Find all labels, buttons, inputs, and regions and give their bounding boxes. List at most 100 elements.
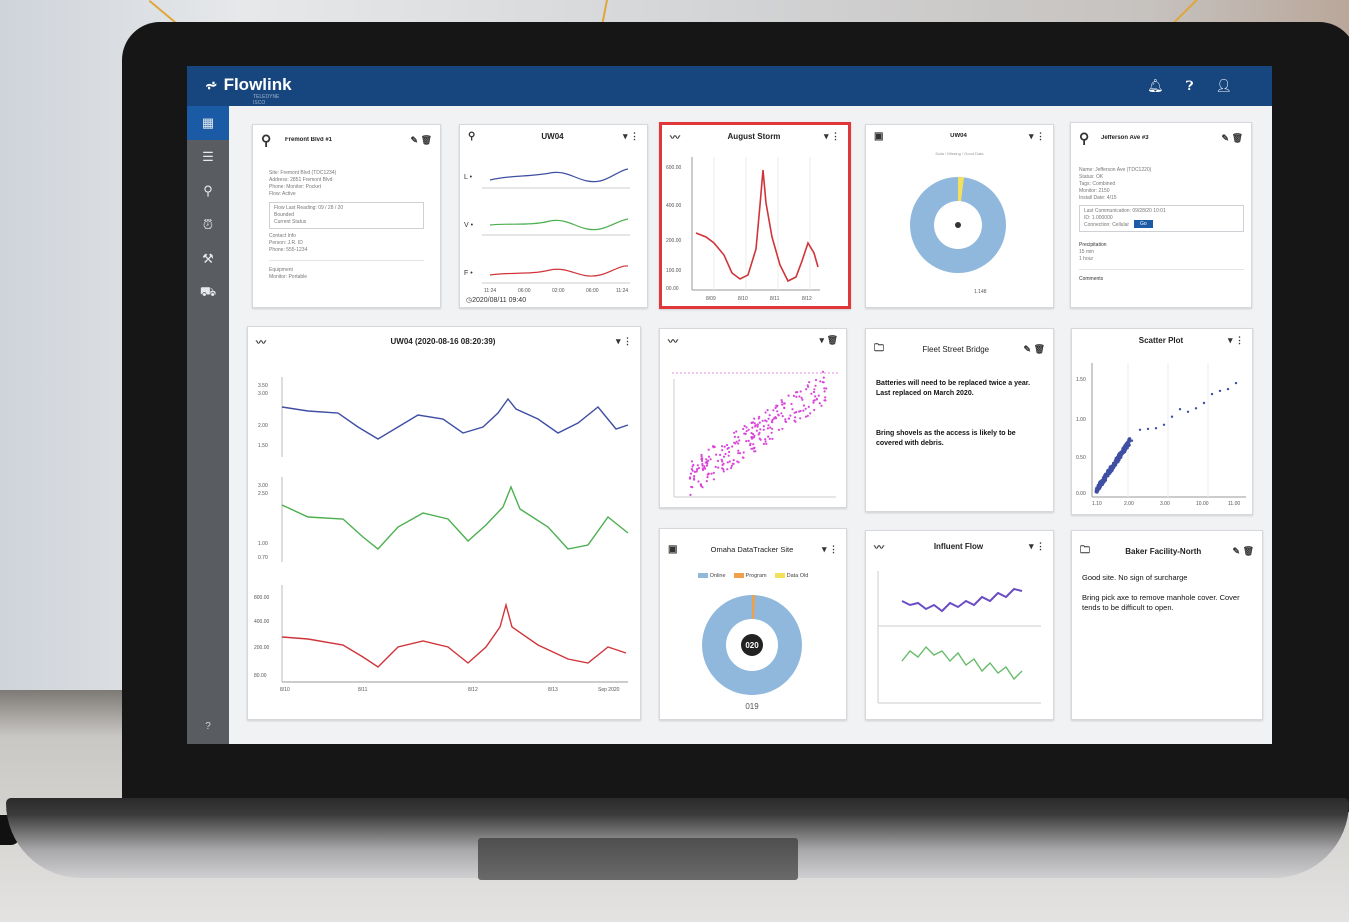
- row-label: V •: [464, 222, 474, 229]
- pie-card-omaha[interactable]: ▣ Omaha DataTracker Site ▾ ⋮ Online Prog…: [659, 528, 847, 720]
- site-card-jefferson[interactable]: ⚲ Jefferson Ave #3 ✎ 🗑︎ Name: Jefferson …: [1070, 122, 1252, 308]
- detail-line: Tags: Combined: [1079, 181, 1116, 187]
- bell-icon[interactable]: 🔔︎: [1147, 78, 1164, 94]
- detail-line: Equipment: [269, 267, 293, 273]
- scatter-card[interactable]: Scatter Plot ▾ ⋮ 1.50 1.00 0.50 0.00 1.1…: [1071, 328, 1253, 515]
- scatter-point: [754, 450, 757, 453]
- note-card-baker-facility[interactable]: 🗀︎ Baker Facility-North ✎ 🗑︎ Good site. …: [1071, 530, 1263, 720]
- scatter-point: [697, 466, 701, 470]
- status-line: Bounded: [274, 212, 295, 218]
- sidebar-item-dashboard[interactable]: ▦: [187, 106, 229, 140]
- y-tick: 400.00: [254, 619, 270, 625]
- scatter-point: [709, 458, 712, 461]
- edit-icon[interactable]: ✎: [1024, 344, 1032, 354]
- uw04-detail-chart: 3.50 3.00 2.00 1.50 3.00 2.50 1.00 0.70 …: [254, 377, 629, 693]
- scatter-point: [780, 399, 783, 402]
- scatter-point: [730, 466, 733, 470]
- scatter-card-pink[interactable]: 〰 ▾ 🗑︎: [659, 328, 847, 508]
- chart-card-august-storm[interactable]: 〰 August Storm ▾ ⋮ 600.00 400.00 200.00 …: [659, 122, 851, 309]
- edit-icon[interactable]: ✎: [1233, 546, 1241, 556]
- detail-line: Install Date: 4/15: [1079, 195, 1117, 201]
- scatter-point: [777, 428, 780, 431]
- edit-icon[interactable]: ✎: [1222, 133, 1230, 143]
- scatter-point: [1130, 439, 1134, 442]
- y-tick: 2.50: [258, 491, 268, 497]
- delete-icon[interactable]: 🗑︎: [1034, 344, 1045, 354]
- card-title: Jefferson Ave #3: [1101, 135, 1149, 141]
- scatter-point: [817, 394, 820, 397]
- y-tick: 800.00: [254, 595, 270, 601]
- detail-line: Address: 2851 Fremont Blvd: [269, 177, 333, 183]
- location-pin-icon: ⚲: [1079, 129, 1090, 146]
- x-tick: 8/13: [548, 687, 558, 693]
- x-tick: 02:00: [552, 288, 565, 294]
- scatter-point: [769, 426, 772, 429]
- help-icon[interactable]: ❓︎: [1186, 78, 1194, 94]
- scatter-point: [697, 480, 700, 483]
- donut-center-dot: [955, 222, 961, 228]
- scatter-point: [745, 440, 748, 443]
- scatter-point: [799, 390, 802, 393]
- app-logo[interactable]: ⩫ Flowlink TELEDYNE ISCO: [205, 75, 292, 106]
- scatter-point: [1125, 445, 1129, 450]
- scatter-point: [719, 453, 722, 456]
- x-tick: 3.00: [1160, 501, 1170, 507]
- scatter-point: [814, 395, 817, 398]
- sidebar-item-tools[interactable]: ⚒: [187, 242, 229, 276]
- scatter-point: [772, 409, 775, 412]
- sidebar-item-alarms[interactable]: ⏰︎: [187, 208, 229, 242]
- scatter-point: [759, 428, 762, 431]
- scatter-point: [712, 445, 715, 448]
- scatter-point: [765, 442, 768, 445]
- scatter-chart: 1.50 1.00 0.50 0.00 1.10 2.00 3.00 10.00…: [1076, 363, 1246, 507]
- sidebar-item-vehicle[interactable]: ⛟: [187, 276, 229, 310]
- influent-chart: [877, 571, 1041, 704]
- scatter-point: [710, 472, 713, 475]
- y-tick: 0.70: [258, 555, 268, 561]
- scatter-point: [810, 392, 813, 395]
- delete-icon[interactable]: 🗑︎: [1232, 133, 1243, 143]
- top-icons: 🔔︎ ❓︎ 👤︎: [1147, 78, 1232, 94]
- scatter-point: [776, 410, 779, 413]
- ring-label: 1.148: [974, 289, 987, 295]
- edit-icon[interactable]: ✎: [411, 135, 419, 145]
- scatter-point: [1098, 481, 1102, 485]
- scatter-point: [693, 477, 696, 480]
- scatter-point: [737, 436, 740, 439]
- top-bar: ⩫ Flowlink TELEDYNE ISCO 🔔︎ ❓︎ 👤︎: [187, 66, 1272, 106]
- pie-card-uw04[interactable]: ▣ UW04 ▾ ⋮ Data / Missing / Good Data 1.…: [865, 124, 1054, 308]
- sidebar-help[interactable]: ?: [187, 721, 229, 732]
- go-button[interactable]: Go: [1134, 220, 1153, 228]
- scatter-point: [822, 376, 825, 379]
- trackpad: [478, 838, 798, 880]
- scatter-point: [814, 384, 817, 387]
- site-card-fremont[interactable]: ⚲ Fremont Blvd #1 ✎ 🗑︎ Site: Fremont Blv…: [252, 124, 441, 308]
- delete-icon[interactable]: 🗑︎: [421, 135, 432, 145]
- scatter-point: [1170, 415, 1174, 418]
- scatter-point: [819, 380, 822, 383]
- y-tick: 200.00: [254, 645, 270, 651]
- detail-line: Flow: Active: [269, 191, 296, 197]
- section-heading: Comments: [1079, 276, 1104, 282]
- delete-icon[interactable]: 🗑︎: [1243, 546, 1254, 556]
- sidebar-item-list[interactable]: ☰: [187, 140, 229, 174]
- sidebar-item-map[interactable]: ⚲: [187, 174, 229, 208]
- scatter-point: [689, 493, 692, 496]
- scatter-point: [771, 437, 774, 440]
- user-icon[interactable]: 👤︎: [1215, 78, 1232, 94]
- scatter-point: [770, 431, 773, 434]
- status-box: Flow Last Reading: 09 / 28 / 20 Bounded …: [269, 202, 424, 229]
- chart-card-uw04[interactable]: ⚲ UW04 ▾ ⋮ L • V • F • 11:24 06:00 02:00…: [459, 124, 648, 308]
- scatter-point: [743, 432, 746, 435]
- note-paragraph: Bring pick axe to remove manhole cover. …: [1082, 593, 1240, 612]
- scatter-point: [1118, 455, 1123, 459]
- alarm-icon: ⏰︎: [202, 217, 214, 232]
- card-header: 🗀︎ Fleet Street Bridge ✎ 🗑︎: [866, 329, 1053, 369]
- chart-card-influent-flow[interactable]: 〰 Influent Flow ▾ ⋮: [865, 530, 1054, 720]
- scatter-point: [747, 439, 750, 442]
- scatter-point: [700, 455, 703, 458]
- note-card-fleet-street[interactable]: 🗀︎ Fleet Street Bridge ✎ 🗑︎ Batteries wi…: [865, 328, 1054, 512]
- scatter-point: [1218, 389, 1222, 393]
- chart-card-uw04-detail[interactable]: 〰 UW04 (2020-08-16 08:20:39) ▾ ⋮ 3.50 3.…: [247, 326, 641, 720]
- scatter-point: [728, 460, 731, 463]
